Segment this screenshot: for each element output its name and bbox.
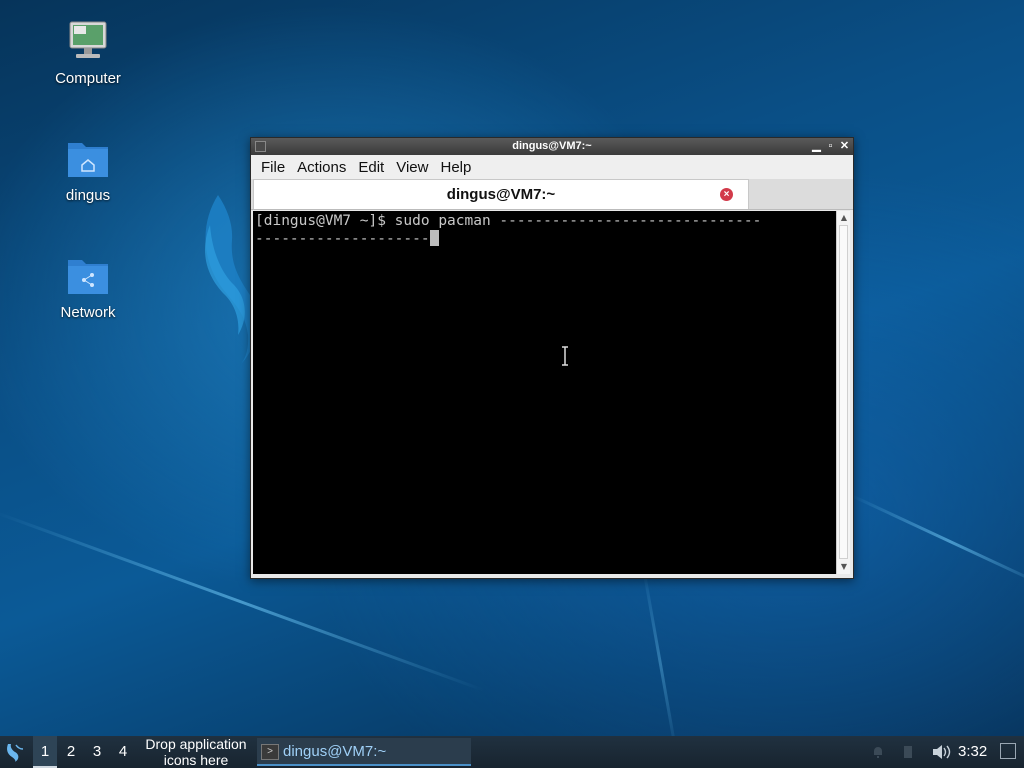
menu-view[interactable]: View (390, 159, 434, 176)
home-folder-icon (64, 137, 112, 181)
workspace-4[interactable]: 4 (111, 736, 135, 768)
window-title: dingus@VM7:~ (512, 140, 592, 152)
show-desktop-icon[interactable] (1000, 743, 1016, 759)
close-icon[interactable]: ✕ (838, 138, 851, 155)
wallpaper-streak (849, 493, 1024, 590)
menu-help[interactable]: Help (434, 159, 477, 176)
notification-bell-icon[interactable] (870, 744, 886, 760)
launcher-drop-area[interactable]: Drop application icons here (138, 736, 254, 768)
scroll-down-icon[interactable]: ▼ (838, 561, 850, 573)
scroll-up-icon[interactable]: ▲ (838, 212, 850, 224)
terminal-scrollbar[interactable]: ▲ ▼ (836, 211, 850, 574)
terminal-tab[interactable]: dingus@VM7:~ × (253, 179, 749, 209)
maximize-icon[interactable]: ▫ (824, 138, 837, 155)
terminal-output[interactable]: [dingus@VM7 ~]$ sudo pacman ------------… (253, 211, 836, 574)
clock[interactable]: 3:32 (958, 736, 987, 768)
window-controls: ▁ ▫ ✕ (810, 138, 851, 155)
terminal-icon: > (261, 744, 279, 760)
desktop-icon-label: dingus (65, 187, 111, 204)
tab-title: dingus@VM7:~ (446, 186, 556, 203)
tab-close-icon[interactable]: × (720, 188, 733, 201)
workspace-2[interactable]: 2 (59, 736, 83, 768)
taskbar-task-terminal[interactable]: > dingus@VM7:~ (257, 738, 471, 766)
menu-bar: File Actions Edit View Help (251, 155, 853, 179)
window-menu-icon[interactable] (255, 141, 266, 152)
text-cursor (429, 230, 439, 246)
volume-icon[interactable] (930, 744, 952, 760)
taskbar: 1 2 3 4 Drop application icons here > di… (0, 736, 1024, 768)
terminal-line: -------------------- (255, 231, 430, 247)
terminal-window[interactable]: dingus@VM7:~ ▁ ▫ ✕ File Actions Edit Vie… (250, 137, 854, 579)
mouse-ibeam-cursor-icon (562, 346, 568, 366)
desktop-icon-label: Computer (55, 70, 121, 87)
removable-device-icon[interactable] (900, 744, 916, 760)
desktop-icon-network[interactable]: Network (33, 254, 143, 321)
task-label: dingus@VM7:~ (283, 743, 387, 760)
scrollbar-thumb[interactable] (839, 225, 848, 559)
wallpaper-streak (641, 562, 679, 761)
menu-actions[interactable]: Actions (291, 159, 352, 176)
window-titlebar[interactable]: dingus@VM7:~ ▁ ▫ ✕ (251, 138, 853, 155)
terminal-line: [dingus@VM7 ~]$ sudo pacman ------------… (255, 213, 762, 229)
workspace-3[interactable]: 3 (85, 736, 109, 768)
network-folder-icon (64, 254, 112, 298)
drop-area-line: icons here (163, 752, 229, 768)
desktop-icon-label: Network (60, 304, 116, 321)
minimize-icon[interactable]: ▁ (810, 138, 823, 155)
workspace-1[interactable]: 1 (33, 736, 57, 768)
computer-icon (64, 20, 112, 64)
drop-area-line: Drop application (145, 736, 247, 752)
tab-bar: dingus@VM7:~ × (251, 179, 853, 210)
menu-edit[interactable]: Edit (352, 159, 390, 176)
desktop-icon-home-folder[interactable]: dingus (33, 137, 143, 204)
desktop-icon-computer[interactable]: Computer (33, 20, 143, 87)
menu-file[interactable]: File (255, 159, 291, 176)
app-menu-icon[interactable] (4, 741, 26, 763)
